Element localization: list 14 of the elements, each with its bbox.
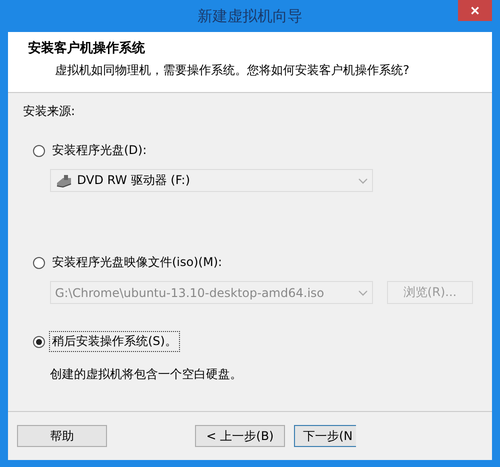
optical-drive-icon [55, 174, 73, 188]
radio-label[interactable]: 稍后安装操作系统(S)。 [49, 331, 180, 352]
section-label: 安装来源: [23, 103, 76, 120]
dropdown-caret-icon [358, 178, 368, 184]
help-button[interactable]: 帮助 [17, 425, 107, 447]
option-description: 创建的虚拟机将包含一个空白硬盘。 [50, 366, 243, 383]
back-button[interactable]: < 上一步(B) [195, 425, 285, 447]
page-title: 安装客户机操作系统 [28, 40, 146, 57]
next-button[interactable]: 下一步(N [294, 425, 356, 447]
radio-button[interactable] [33, 336, 45, 348]
close-button[interactable]: ✕ [458, 0, 492, 21]
page-subtitle: 虚拟机如同物理机，需要操作系统。您将如何安装客户机操作系统? [54, 62, 410, 79]
dropdown-caret-icon [358, 290, 368, 296]
window-title: 新建虚拟机向导 [198, 6, 302, 26]
